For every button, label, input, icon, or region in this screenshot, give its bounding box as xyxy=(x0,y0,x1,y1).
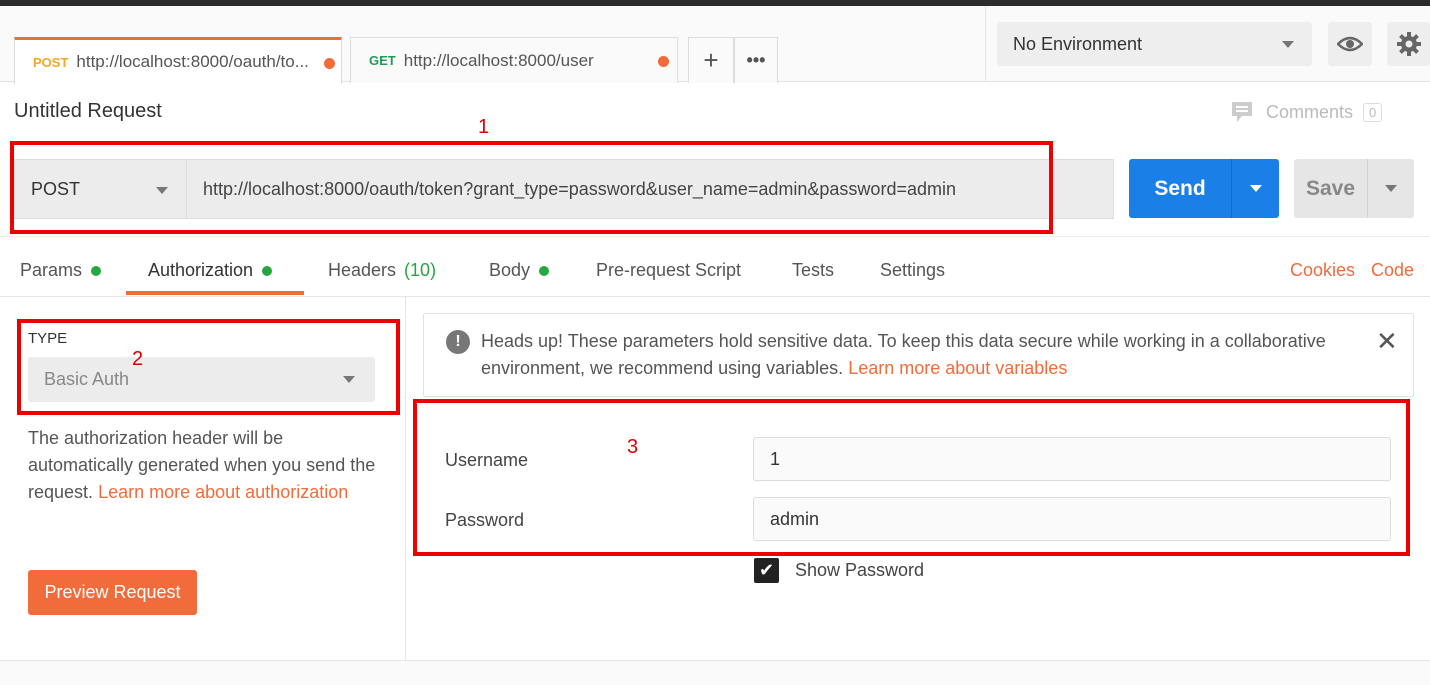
save-label: Save xyxy=(1294,159,1368,218)
tab-method-label: GET xyxy=(369,53,396,68)
show-password-checkbox[interactable]: ✔ xyxy=(754,558,779,583)
environment-quick-look-button[interactable] xyxy=(1328,22,1372,66)
annotation-box-credentials xyxy=(413,399,1410,556)
environment-label: No Environment xyxy=(1013,33,1143,54)
show-password-label: Show Password xyxy=(795,560,925,580)
tab-label: Body xyxy=(489,260,531,280)
send-options-button[interactable] xyxy=(1232,159,1279,218)
save-options-button[interactable] xyxy=(1368,159,1414,218)
annotation-box-type xyxy=(17,319,400,415)
chevron-down-icon xyxy=(1282,41,1294,48)
alert-message: Heads up! These parameters hold sensitiv… xyxy=(481,328,1361,382)
learn-more-authorization-link[interactable]: Learn more about authorization xyxy=(98,482,348,502)
tab-url-label: http://localhost:8000/oauth/to... xyxy=(76,52,309,71)
preview-request-button[interactable]: Preview Request xyxy=(28,570,197,615)
settings-button[interactable] xyxy=(1387,22,1430,66)
environment-select[interactable]: No Environment xyxy=(997,22,1312,66)
tab-headers[interactable]: Headers (10) xyxy=(328,260,436,281)
tab-body[interactable]: Body xyxy=(489,260,550,281)
request-title[interactable]: Untitled Request xyxy=(14,100,162,123)
tab-label: Authorization xyxy=(148,260,254,280)
tab-label: Pre-request Script xyxy=(596,260,742,280)
headers-count: (10) xyxy=(404,260,437,280)
comments-button[interactable]: Comments 0 xyxy=(1230,100,1383,124)
chevron-down-icon xyxy=(1249,185,1262,192)
annotation-number: 1 xyxy=(478,116,490,138)
send-button[interactable]: Send xyxy=(1129,159,1279,218)
eye-icon xyxy=(1337,36,1363,52)
chevron-down-icon xyxy=(1385,185,1397,192)
status-dot-icon xyxy=(262,265,273,276)
annotation-number: 2 xyxy=(132,348,144,370)
tab-label: Settings xyxy=(880,260,946,280)
code-link[interactable]: Code xyxy=(1371,260,1414,281)
tab-label: Params xyxy=(20,260,83,280)
new-tab-button[interactable]: + xyxy=(688,37,734,83)
tab-options-button[interactable]: ••• xyxy=(734,37,778,83)
tab-label: Tests xyxy=(792,260,835,280)
comments-label: Comments xyxy=(1266,101,1354,122)
unsaved-dot-icon xyxy=(324,58,335,69)
learn-more-variables-link[interactable]: Learn more about variables xyxy=(848,358,1067,378)
comments-count-badge: 0 xyxy=(1363,102,1383,122)
close-icon[interactable]: ✕ xyxy=(1376,328,1398,354)
annotation-box-url xyxy=(10,141,1053,234)
tab-method-label: POST xyxy=(33,54,69,70)
tab-params[interactable]: Params xyxy=(20,260,102,281)
tab-settings[interactable]: Settings xyxy=(880,260,945,281)
bottom-panel xyxy=(0,660,1430,685)
tab-label: Headers xyxy=(328,260,397,280)
tab-authorization[interactable]: Authorization xyxy=(148,260,273,281)
tab-tests[interactable]: Tests xyxy=(792,260,834,281)
request-tab-post[interactable]: POST http://localhost:8000/oauth/to... xyxy=(14,37,342,84)
annotation-number: 3 xyxy=(627,436,639,458)
plus-icon: + xyxy=(703,45,719,75)
status-dot-icon xyxy=(91,265,102,276)
gear-icon xyxy=(1396,32,1421,56)
exclamation-icon: ! xyxy=(446,330,470,354)
cookies-link[interactable]: Cookies xyxy=(1290,260,1355,281)
status-dot-icon xyxy=(539,265,550,276)
auth-description: The authorization header will be automat… xyxy=(28,425,378,506)
send-label: Send xyxy=(1129,159,1232,218)
tab-url-label: http://localhost:8000/user xyxy=(403,50,594,70)
unsaved-dot-icon xyxy=(658,56,669,67)
tab-pre-request-script[interactable]: Pre-request Script xyxy=(596,260,741,281)
save-button[interactable]: Save xyxy=(1294,159,1414,218)
ellipsis-icon: ••• xyxy=(746,50,766,70)
comment-icon xyxy=(1232,102,1252,122)
request-tab-get[interactable]: GET http://localhost:8000/user xyxy=(350,37,678,83)
checkmark-icon: ✔ xyxy=(758,560,775,580)
active-tab-indicator xyxy=(126,291,304,295)
